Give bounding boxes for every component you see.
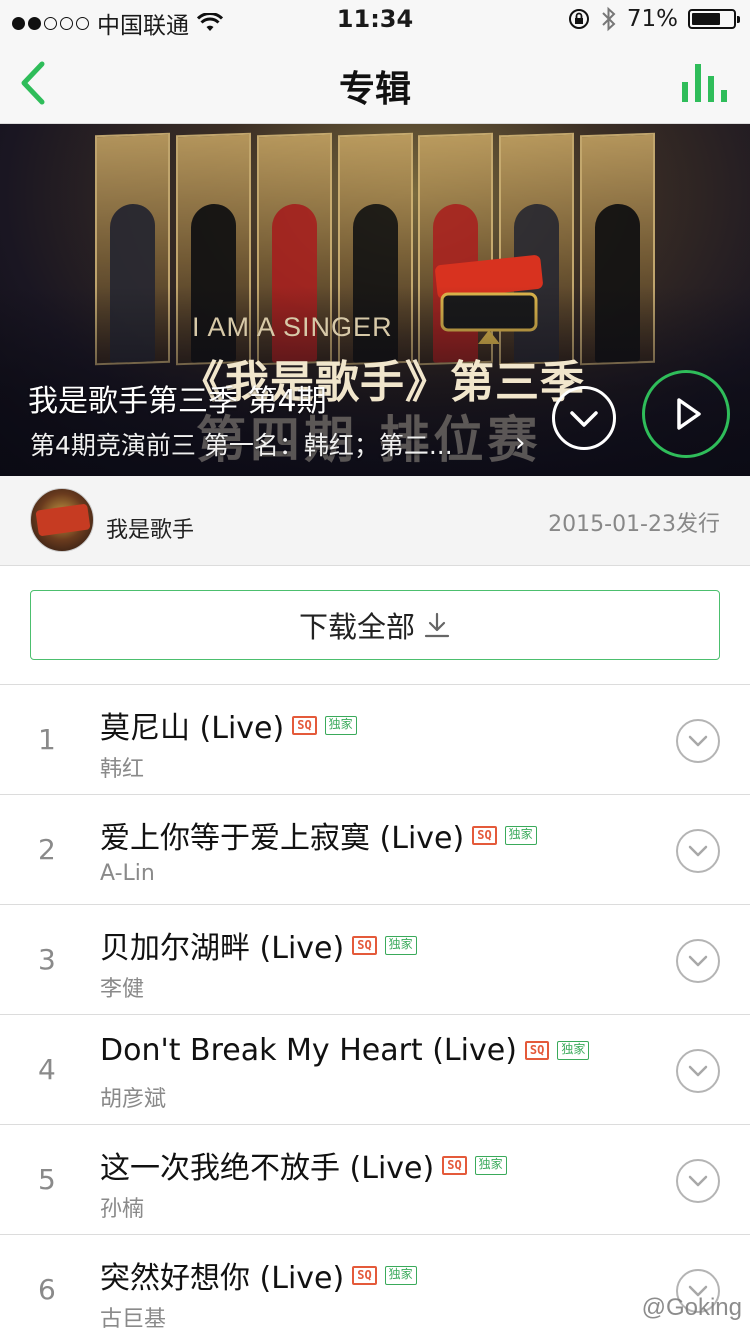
sq-badge: SQ: [352, 935, 377, 955]
status-right: 71%: [567, 6, 740, 32]
exclusive-badge: 独家: [557, 1041, 590, 1060]
exclusive-badge: 独家: [384, 1265, 417, 1285]
track-row[interactable]: 3 贝加尔湖畔 (Live) SQ 独家 李健: [0, 905, 750, 1015]
track-artist: 李健: [100, 977, 145, 1002]
chevron-down-icon: [570, 411, 598, 427]
exclusive-badge: 独家: [324, 715, 357, 735]
track-artist: 古巨基: [100, 1307, 167, 1332]
track-more-button[interactable]: [676, 939, 720, 983]
album-description[interactable]: 第4期竞演前三 第一名：韩红；第二...: [30, 426, 530, 462]
exclusive-badge: 独家: [384, 935, 417, 955]
release-date: 2015-01-23发行: [548, 512, 720, 537]
track-title: 莫尼山 (Live): [100, 711, 285, 746]
chevron-down-icon: [688, 1175, 708, 1187]
sq-badge: SQ: [292, 715, 317, 735]
chevron-down-icon: [688, 845, 708, 857]
chevron-right-icon[interactable]: ›: [515, 428, 525, 458]
track-row[interactable]: 6 突然好想你 (Live) SQ 独家 古巨基: [0, 1235, 750, 1334]
track-number: 2: [38, 833, 56, 866]
track-more-button[interactable]: [676, 1159, 720, 1203]
track-number: 5: [38, 1163, 56, 1196]
equalizer-icon[interactable]: [680, 60, 732, 104]
sq-badge: SQ: [442, 1155, 467, 1175]
track-row[interactable]: 4 Don't Break My Heart (Live) SQ 独家 胡彦斌: [0, 1015, 750, 1125]
track-more-button[interactable]: [676, 719, 720, 763]
expand-button[interactable]: [552, 386, 616, 450]
download-icon: [424, 612, 450, 638]
album-cover-banner[interactable]: I AM A SINGER 《我是歌手》第三季 第四期 排位赛 我是歌手第三季 …: [0, 124, 750, 476]
track-number: 4: [38, 1053, 56, 1086]
track-title: 这一次我绝不放手 (Live): [100, 1151, 435, 1186]
artist-avatar[interactable]: [30, 488, 94, 552]
track-row[interactable]: 2 爱上你等于爱上寂寞 (Live) SQ 独家 A-Lin: [0, 795, 750, 905]
track-row[interactable]: 1 莫尼山 (Live) SQ 独家 韩红: [0, 685, 750, 795]
exclusive-badge: 独家: [504, 825, 537, 845]
cover-english-title: I AM A SINGER: [192, 312, 393, 342]
track-artist: 孙楠: [100, 1197, 145, 1222]
navigation-bar: 专辑: [0, 40, 750, 124]
track-row[interactable]: 5 这一次我绝不放手 (Live) SQ 独家 孙楠: [0, 1125, 750, 1235]
play-icon: [677, 398, 701, 430]
track-number: 3: [38, 943, 56, 976]
sq-badge: SQ: [352, 1265, 377, 1285]
album-info-row: 我是歌手 2015-01-23发行: [0, 476, 750, 566]
album-title: 我是歌手第三季 第4期: [28, 384, 327, 419]
sq-badge: SQ: [472, 825, 497, 845]
download-all-button[interactable]: 下载全部: [30, 590, 720, 660]
bluetooth-icon: [602, 6, 616, 32]
play-all-button[interactable]: [642, 370, 730, 458]
track-artist: 胡彦斌: [100, 1087, 167, 1112]
track-more-button[interactable]: [676, 829, 720, 873]
track-title: Don't Break My Heart (Live): [100, 1033, 517, 1068]
chevron-down-icon: [688, 955, 708, 967]
page-title: 专辑: [338, 69, 411, 110]
track-title: 爱上你等于爱上寂寞 (Live): [100, 821, 465, 856]
exclusive-badge: 独家: [474, 1155, 507, 1175]
artist-name[interactable]: 我是歌手: [106, 512, 194, 544]
battery-icon: [688, 9, 740, 29]
track-number: 1: [38, 723, 56, 756]
chevron-down-icon: [688, 1065, 708, 1077]
track-number: 6: [38, 1273, 56, 1306]
download-all-label: 下载全部: [298, 610, 415, 644]
track-artist: 韩红: [100, 757, 145, 782]
rotation-lock-icon: [568, 9, 589, 29]
weibo-watermark: @Goking: [641, 1294, 742, 1321]
battery-percent: 71%: [626, 6, 678, 32]
status-bar: 中国联通 11:34 71%: [0, 0, 750, 40]
track-title: 突然好想你 (Live): [100, 1261, 345, 1296]
track-more-button[interactable]: [676, 1049, 720, 1093]
sq-badge: SQ: [524, 1041, 550, 1060]
chevron-down-icon: [688, 735, 708, 747]
track-artist: A-Lin: [100, 861, 155, 886]
track-title: 贝加尔湖畔 (Live): [100, 931, 345, 966]
